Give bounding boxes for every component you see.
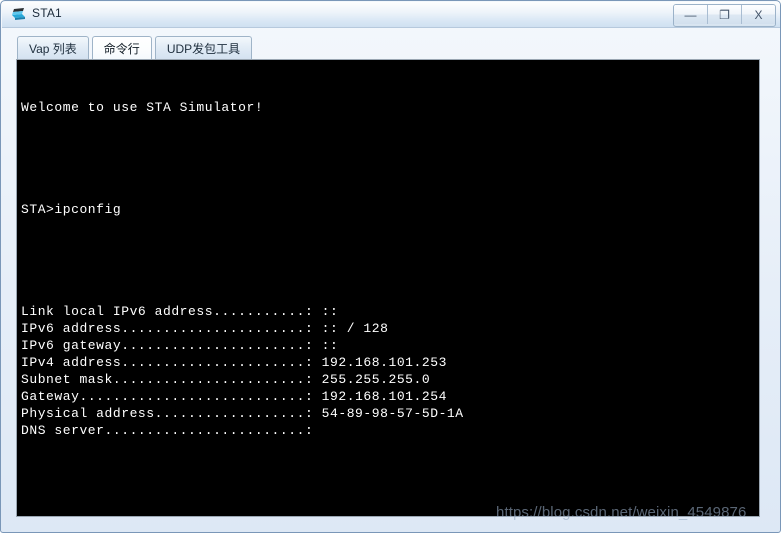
tab-command-line[interactable]: 命令行 <box>91 36 152 60</box>
ipconfig-row: IPv4 address......................: 192.… <box>21 354 759 371</box>
ipconfig-row-dots: ...................... <box>121 355 305 370</box>
sta1-window: STA1 — ❐ X Vap 列表 命令行 UDP发包工具 Welcome to… <box>0 0 781 533</box>
ipconfig-row-value: :: / 128 <box>321 321 389 336</box>
close-button[interactable]: X <box>742 5 775 24</box>
console-panel: Welcome to use STA Simulator! STA>ipconf… <box>16 59 760 517</box>
ipconfig-row-separator: : <box>304 321 322 336</box>
console-blank-3 <box>21 473 759 490</box>
ipconfig-row-value: 192.168.101.253 <box>321 355 447 370</box>
console-banner: Welcome to use STA Simulator! <box>21 100 264 115</box>
ipconfig-row-dots: ........................... <box>79 389 305 404</box>
minimize-icon: — <box>684 7 697 22</box>
ipconfig-row-value: :: <box>321 338 339 353</box>
ipconfig-row-label: IPv4 address <box>21 355 122 370</box>
ipconfig-row-value: 255.255.255.0 <box>321 372 431 387</box>
tab-vap-list[interactable]: Vap 列表 <box>17 36 89 60</box>
ipconfig-row-label: Link local IPv6 address <box>21 304 214 319</box>
ipconfig-row-label: IPv6 address <box>21 321 122 336</box>
ipconfig-row: Link local IPv6 address...........: :: <box>21 303 759 320</box>
ipconfig-row-separator: : <box>304 355 322 370</box>
ipconfig-row-separator: : <box>304 372 322 387</box>
window-controls: — ❐ X <box>673 4 776 27</box>
console-command: STA>ipconfig <box>21 202 122 217</box>
ipconfig-row-dots: ........... <box>213 304 305 319</box>
sta-device-icon <box>10 6 27 23</box>
ipconfig-row-label: Physical address <box>21 406 155 421</box>
ipconfig-row-separator: : <box>304 423 322 438</box>
ipconfig-row-label: Gateway <box>21 389 80 404</box>
ipconfig-row-value: :: <box>321 304 339 319</box>
ipconfig-row: Gateway...........................: 192.… <box>21 388 759 405</box>
console-blank-2 <box>21 252 759 269</box>
console-blank-1 <box>21 150 759 167</box>
tab-udp-tool-label: UDP发包工具 <box>166 42 241 56</box>
ipconfig-row-dots: ....................... <box>112 372 305 387</box>
ipconfig-row-separator: : <box>304 406 322 421</box>
ipconfig-row-separator: : <box>304 389 322 404</box>
ipconfig-row: IPv6 gateway......................: :: <box>21 337 759 354</box>
maximize-icon: ❐ <box>719 7 730 22</box>
ipconfig-row-label: DNS server <box>21 423 105 438</box>
ipconfig-row-value: 192.168.101.254 <box>321 389 447 404</box>
ipconfig-row-separator: : <box>304 304 322 319</box>
ipconfig-row-label: Subnet mask <box>21 372 113 387</box>
window-title: STA1 <box>32 6 62 20</box>
tab-udp-tool[interactable]: UDP发包工具 <box>154 36 253 60</box>
tab-command-line-label: 命令行 <box>103 42 140 56</box>
console-output[interactable]: Welcome to use STA Simulator! STA>ipconf… <box>17 60 759 516</box>
close-icon: X <box>754 7 763 22</box>
ipconfig-row-label: IPv6 gateway <box>21 338 122 353</box>
ipconfig-row-dots: ...................... <box>121 338 305 353</box>
ipconfig-row: Physical address..................: 54-8… <box>21 405 759 422</box>
ipconfig-row-dots: ........................ <box>104 423 305 438</box>
ipconfig-row-value: 54-89-98-57-5D-1A <box>321 406 464 421</box>
ipconfig-row: DNS server........................: <box>21 422 759 439</box>
tab-vap-list-label: Vap 列表 <box>29 42 77 56</box>
ipconfig-row-dots: .................. <box>154 406 305 421</box>
ipconfig-row: Subnet mask.......................: 255.… <box>21 371 759 388</box>
ipconfig-row-dots: ...................... <box>121 321 305 336</box>
minimize-button[interactable]: — <box>674 5 708 24</box>
maximize-button[interactable]: ❐ <box>708 5 742 24</box>
ipconfig-row-separator: : <box>304 338 322 353</box>
tab-bar: Vap 列表 命令行 UDP发包工具 <box>17 35 255 60</box>
ipconfig-result-list: Link local IPv6 address...........: :: IP… <box>21 303 759 439</box>
title-bar[interactable]: STA1 — ❐ X <box>2 2 780 28</box>
ipconfig-row: IPv6 address......................: :: /… <box>21 320 759 337</box>
